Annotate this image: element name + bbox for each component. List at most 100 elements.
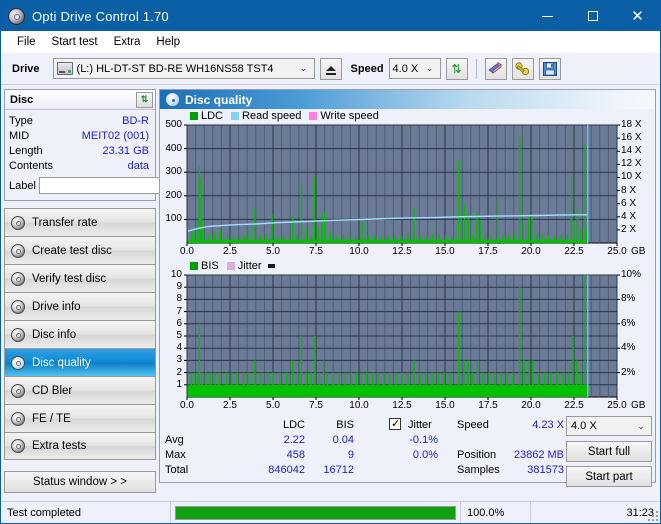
disc-icon [11,411,25,426]
page-title: Disc quality [185,92,253,107]
disc-panel-title: Disc [10,93,34,106]
bis-wrap-xtick: 2.5 [223,400,237,411]
minimize-button[interactable] [525,1,570,31]
sidebar-item-fe-te[interactable]: FE / TE [4,404,156,432]
ldc-wrap-y2tick: 6 X [621,197,637,209]
ldc-wrap-y2tick: 10 X [621,171,642,183]
app-window: Opti Drive Control 1.70 ✕ File Start tes… [0,0,661,524]
tools-button[interactable] [511,57,534,80]
window-title: Opti Drive Control 1.70 [32,8,169,24]
bis-wrap-xtick: 12.5 [392,400,412,411]
stats-total-bis: 16712 [323,464,354,476]
menu-start-test[interactable]: Start test [44,34,106,50]
elapsed-time: 31:23 [626,506,654,519]
legend-label-jitter: Jitter [237,260,262,272]
close-button[interactable]: ✕ [615,1,660,31]
sidebar-label-extra-tests: Extra tests [32,440,87,452]
start-full-button[interactable]: Start full [566,441,652,462]
progress-bar [175,505,456,520]
drive-icon [56,62,73,75]
sidebar-item-cd-bler[interactable]: CD Bler [4,376,156,404]
eject-button[interactable] [319,57,342,80]
chevron-down-icon: ⌄ [637,420,645,431]
progress-cell [171,501,461,523]
bis-wrap-xtick: 10.0 [349,400,369,411]
sidebar-item-drive-info[interactable]: Drive info [4,292,156,320]
sidebar-item-extra-tests[interactable]: Extra tests [4,432,156,460]
stats-row-max: Max [165,449,186,461]
legend-swatch-bis [190,262,198,270]
resize-grip-icon[interactable] [648,511,658,521]
disc-icon [11,299,25,314]
bis-wrap-ytick: 10 [170,269,182,280]
bis-wrap-xtick: 15.0 [435,400,455,411]
sidebar-label-disc-info: Disc info [32,328,77,341]
bis-wrap-ytick: 5 [176,330,182,341]
sidebar-item-disc-info[interactable]: Disc info [4,320,156,348]
stats-col-bis: BIS [336,419,354,431]
stats-panel: LDC BIS Avg 2.22 0.04 Max 458 9 Total 84… [160,413,655,487]
jitter-avg-value: -0.1% [409,434,438,446]
disc-value-contents: data [127,159,149,172]
legend-label-read-speed: Read speed [242,110,302,122]
bis-wrap-ytick: 8 [176,293,182,305]
start-part-button[interactable]: Start part [566,466,652,487]
status-window-button[interactable]: Status window > > [4,471,156,493]
bis-wrap-ytick: 6 [176,317,182,329]
sidebar-label-drive-info: Drive info [32,300,81,313]
drive-select-value: (L:) HL-DT-ST BD-RE WH16NS58 TST4 [76,62,274,75]
sidebar-item-transfer-rate[interactable]: Transfer rate [4,208,156,236]
bis-wrap-svg [184,274,620,400]
stats-avg-ldc: 2.22 [283,434,305,446]
menu-file[interactable]: File [9,34,44,50]
ldc-wrap-y2tick: 16 X [621,132,642,144]
jitter-max-value: 0.0% [412,449,438,461]
save-button[interactable] [538,57,561,80]
maximize-button[interactable] [570,1,615,31]
jitter-checkbox[interactable] [389,417,401,430]
disc-label-row: Label [9,176,240,195]
bis-legend: BIS Jitter [160,259,655,273]
legend-ldc: LDC [190,110,223,122]
ldc-wrap-xtick: 22.5 [564,246,584,257]
disc-row-mid: MID MEIT02 (001) [9,128,151,143]
menu-help[interactable]: Help [148,34,188,50]
stats-speed-label: Speed [457,419,489,431]
refresh-button[interactable]: ⇅ [445,57,468,80]
sidebar-item-disc-quality[interactable]: Disc quality [4,348,156,376]
progress-fill [176,506,455,519]
maximize-icon [587,11,598,21]
disc-refresh-button[interactable]: ⇅ [136,91,153,108]
ldc-wrap-xtick: 0.0 [180,246,194,257]
disc-value-mid: MEIT02 (001) [81,129,149,142]
bis-wrap-xtick: 7.5 [309,400,323,411]
speed-select[interactable]: 4.0 X ⌄ [388,58,441,79]
sidebar-label-transfer-rate: Transfer rate [32,216,98,229]
menu-extra[interactable]: Extra [106,34,149,50]
stats-max-ldc: 458 [286,449,305,461]
refresh-icon: ⇅ [140,94,149,104]
legend-swatch-jitter [226,262,235,270]
drive-select[interactable]: (L:) HL-DT-ST BD-RE WH16NS58 TST4 ⌄ [52,58,315,79]
sidebar-label-cd-bler: CD Bler [32,384,73,397]
bis-chart: BIS Jitter 1 2 3 4 5 6 7 8 9 10 2% 4% 6% 8% 10% 0.0 2.5 5… [160,259,655,413]
menu-bar: File Start test Extra Help [1,31,660,53]
ldc-wrap-y2tick: 2 X [621,223,637,235]
bis-wrap-xtick: 0.0 [180,400,194,411]
sidebar-item-verify-test-disc[interactable]: Verify test disc [4,264,156,292]
ldc-plot-area: 100 200 300 400 500 2 X4 X6 X8 X 10 X 12 X 14 X1… [160,119,655,259]
main-body: Disc ⇅ Type BD-R MID MEIT02 (001) Length… [1,85,660,493]
sidebar-item-create-test-disc[interactable]: Create test disc [4,236,156,264]
test-speed-select[interactable]: 4.0 X ⌄ [566,416,652,436]
disc-icon [11,271,25,286]
drive-toolbar: Drive (L:) HL-DT-ST BD-RE WH16NS58 TST4 … [1,53,660,85]
disc-icon [11,243,25,258]
ldc-wrap-xtick: 25.0 [607,246,627,257]
bis-wrap-y2tick: 4% [621,342,636,354]
disc-icon [11,355,25,370]
stats-row-total: Total [165,464,189,476]
stats-row-avg: Avg [165,434,184,446]
eraser-icon [488,62,502,74]
content-area: Disc quality LDC Read speed Write speed … [159,85,660,487]
erase-button[interactable] [484,57,507,80]
